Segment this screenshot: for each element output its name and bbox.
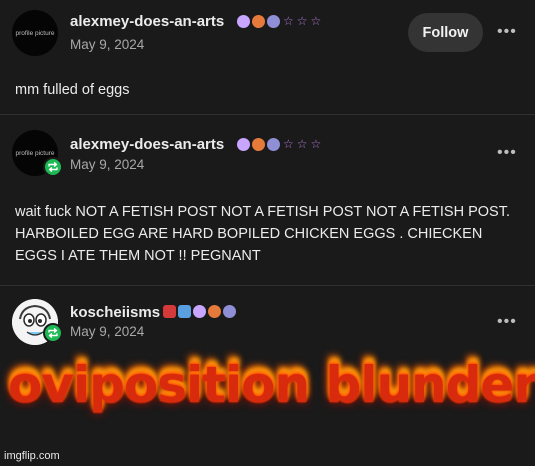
- badge-icon: [208, 305, 221, 318]
- star-icon: ☆: [310, 137, 322, 151]
- more-options-icon[interactable]: •••: [497, 145, 517, 161]
- star-icon: ☆: [310, 14, 322, 28]
- more-options-icon[interactable]: •••: [497, 24, 517, 40]
- user-badges: ☆ ☆ ☆: [237, 138, 321, 151]
- flame-overlay-text: oviposition blunder: [8, 356, 535, 414]
- username-link[interactable]: koscheiisms: [70, 304, 160, 321]
- badge-icon: [252, 138, 265, 151]
- post-date[interactable]: May 9, 2024: [70, 37, 144, 52]
- avatar[interactable]: profile picture: [12, 10, 58, 56]
- badge-icon: [237, 138, 250, 151]
- post-body: mm fulled of eggs: [15, 82, 130, 98]
- badge-icon: [193, 305, 206, 318]
- badge-icon: [252, 15, 265, 28]
- avatar-placeholder-text: profile picture: [15, 29, 55, 37]
- badge-icon: [178, 305, 191, 318]
- watermark: imgflip.com: [4, 450, 60, 462]
- follow-button[interactable]: Follow: [408, 13, 483, 52]
- star-icon: ☆: [296, 137, 308, 151]
- post-body: wait fuck NOT A FETISH POST NOT A FETISH…: [15, 204, 511, 264]
- badge-icon: [223, 305, 236, 318]
- username-link[interactable]: alexmey-does-an-arts: [70, 136, 224, 153]
- user-badges: [163, 305, 236, 318]
- star-icon: ☆: [283, 137, 294, 151]
- star-icon: ☆: [283, 14, 294, 28]
- user-badges: ☆ ☆ ☆: [237, 15, 321, 28]
- reblog-icon: [43, 323, 63, 343]
- post-original: profile picture alexmey-does-an-arts ☆ ☆…: [0, 0, 535, 113]
- post-reblog-reply: koscheiisms May 9, 2024 ••• oviposition …: [0, 285, 535, 466]
- badge-icon: [237, 15, 250, 28]
- post-date[interactable]: May 9, 2024: [70, 157, 144, 172]
- reblog-icon: [43, 157, 63, 177]
- more-options-icon[interactable]: •••: [497, 314, 517, 330]
- star-icon: ☆: [296, 14, 308, 28]
- badge-icon: [267, 15, 280, 28]
- avatar-placeholder-text: profile picture: [15, 149, 55, 157]
- badge-icon: [267, 138, 280, 151]
- badge-icon: [163, 305, 176, 318]
- username-link[interactable]: alexmey-does-an-arts: [70, 13, 224, 30]
- post-date[interactable]: May 9, 2024: [70, 324, 144, 339]
- post-reblog: profile picture alexmey-does-an-arts ☆ ☆…: [0, 114, 535, 284]
